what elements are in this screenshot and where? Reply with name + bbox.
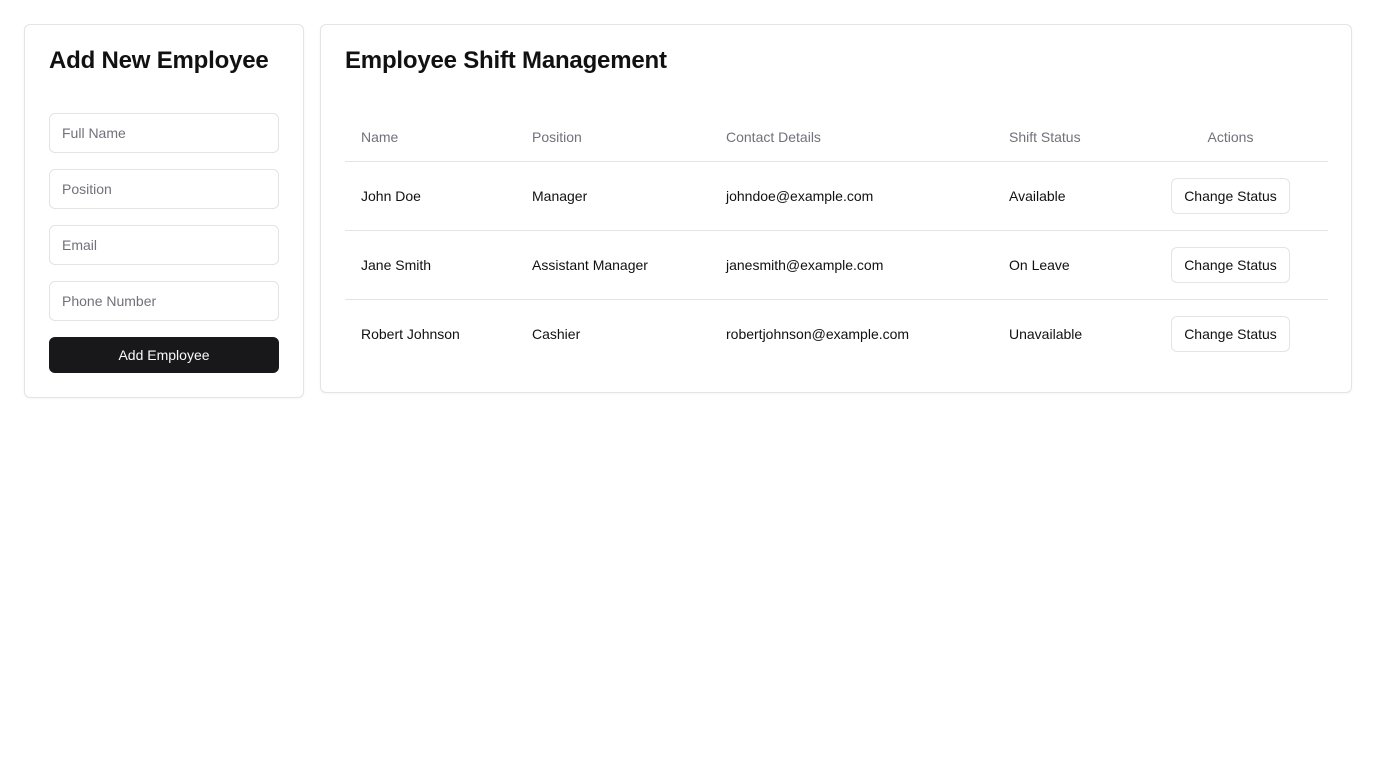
full-name-input[interactable]: [49, 113, 279, 153]
table-row: Robert Johnson Cashier robertjohnson@exa…: [345, 299, 1328, 368]
column-header-name: Name: [345, 113, 516, 162]
position-input[interactable]: [49, 169, 279, 209]
employee-contact-cell: johndoe@example.com: [710, 161, 993, 231]
shift-status-cell: On Leave: [993, 230, 1133, 300]
column-header-contact-details: Contact Details: [710, 113, 993, 162]
table-row: Jane Smith Assistant Manager janesmith@e…: [345, 230, 1328, 300]
shift-management-title: Employee Shift Management: [345, 47, 667, 74]
employee-name-cell: Robert Johnson: [361, 325, 460, 342]
shift-status-cell: Unavailable: [1009, 325, 1083, 342]
column-header-actions: Actions: [1133, 113, 1328, 162]
actions-cell: Change Status: [1133, 230, 1328, 300]
employee-name-cell: John Doe: [345, 161, 516, 231]
shift-status-cell: Available: [993, 161, 1133, 231]
column-header-position: Position: [516, 113, 710, 162]
add-employee-title: Add New Employee: [49, 47, 269, 74]
table-row: John Doe Manager johndoe@example.com Ava…: [345, 161, 1328, 231]
table-body: John Doe Manager johndoe@example.com Ava…: [345, 161, 1328, 368]
phone-number-input[interactable]: [49, 281, 279, 321]
employee-position-cell: Cashier: [532, 325, 581, 342]
employee-position-cell: Manager: [516, 161, 710, 231]
page: Add New Employee Add Employee Employee S…: [0, 0, 1376, 768]
change-status-button[interactable]: Change Status: [1171, 315, 1290, 352]
add-employee-card: Add New Employee Add Employee: [24, 24, 304, 398]
email-input[interactable]: [49, 225, 279, 265]
add-employee-form: Add Employee: [49, 113, 279, 373]
actions-cell: Change Status: [1133, 161, 1328, 231]
employee-contact-cell: janesmith@example.com: [710, 230, 993, 300]
change-status-button[interactable]: Change Status: [1171, 246, 1290, 283]
employee-position-cell: Assistant Manager: [516, 230, 710, 300]
employee-table: Name Position Contact Details Shift Stat…: [345, 113, 1328, 368]
column-header-shift-status: Shift Status: [993, 113, 1133, 162]
change-status-button[interactable]: Change Status: [1171, 177, 1290, 214]
employee-contact-cell: robertjohnson@example.com: [726, 325, 910, 342]
table-header-row: Name Position Contact Details Shift Stat…: [345, 113, 1328, 162]
actions-cell: Change Status: [1133, 299, 1328, 368]
shift-management-card: Employee Shift Management Name Position …: [320, 24, 1352, 393]
table-header: Name Position Contact Details Shift Stat…: [345, 113, 1328, 162]
employee-name-cell: Jane Smith: [345, 230, 516, 300]
add-employee-button[interactable]: Add Employee: [49, 337, 279, 373]
